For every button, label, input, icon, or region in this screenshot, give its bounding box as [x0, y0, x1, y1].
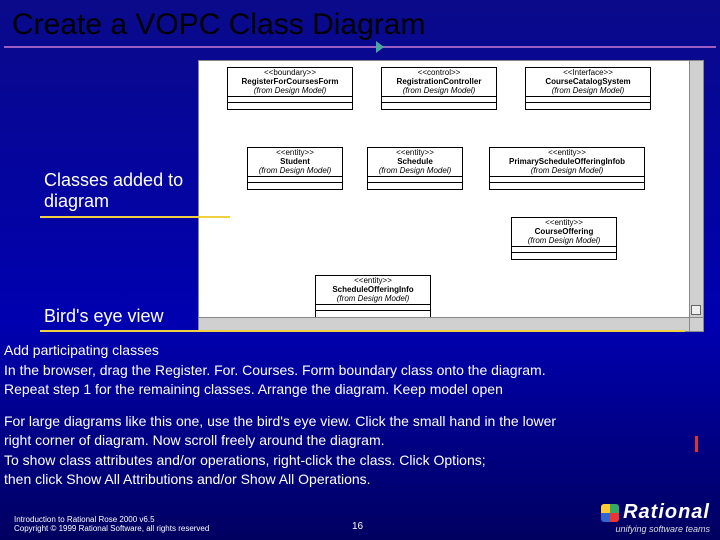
footer-text: Introduction to Rational Rose 2000 v6.5 … [14, 515, 209, 534]
body-line: right corner of diagram. Now scroll free… [4, 432, 716, 450]
body-line: In the browser, drag the Register. For. … [4, 362, 716, 380]
from-label: (from Design Model) [490, 167, 644, 178]
body-line: To show class attributes and/or operatio… [4, 452, 716, 470]
footer-line: Copyright © 1999 Rational Software, all … [14, 524, 209, 534]
from-label: (from Design Model) [248, 167, 342, 178]
brand-name: Rational [623, 501, 710, 524]
op-compartment [512, 253, 616, 259]
from-label: (from Design Model) [526, 87, 650, 98]
annotation-line-2 [40, 330, 685, 332]
op-compartment [248, 183, 342, 189]
vertical-scrollbar[interactable] [689, 61, 703, 331]
class-course-offering[interactable]: <<entity>> CourseOffering (from Design M… [511, 217, 617, 260]
from-label: (from Design Model) [512, 237, 616, 248]
birds-eye-hand-icon[interactable] [691, 305, 701, 315]
slide-title: Create a VOPC Class Diagram [0, 0, 720, 46]
from-label: (from Design Model) [382, 87, 496, 98]
logo-swirl-icon [601, 504, 619, 522]
from-label: (from Design Model) [228, 87, 352, 98]
body-line: Add participating classes [4, 342, 716, 360]
op-compartment [228, 103, 352, 109]
op-compartment [382, 103, 496, 109]
class-schedule-offering-info[interactable]: <<entity>> ScheduleOfferingInfo (from De… [315, 275, 431, 318]
scroll-corner [689, 317, 703, 331]
rational-logo: Rational unifying software teams [601, 501, 710, 534]
brand-tagline: unifying software teams [601, 524, 710, 534]
class-course-catalog-system[interactable]: <<Interface>> CourseCatalogSystem (from … [525, 67, 651, 110]
op-compartment [526, 103, 650, 109]
class-diagram-canvas[interactable]: <<boundary>> RegisterForCoursesForm (fro… [198, 60, 704, 332]
from-label: (from Design Model) [316, 295, 430, 306]
annotation-classes-added: Classes added to diagram [44, 170, 194, 212]
class-schedule[interactable]: <<entity>> Schedule (from Design Model) [367, 147, 463, 190]
class-registration-controller[interactable]: <<control>> RegistrationController (from… [381, 67, 497, 110]
annotation-line-1 [40, 216, 230, 218]
cursor-marker [695, 436, 698, 452]
class-register-for-courses-form[interactable]: <<boundary>> RegisterForCoursesForm (fro… [227, 67, 353, 110]
body-line: Repeat step 1 for the remaining classes.… [4, 381, 716, 399]
body-line: For large diagrams like this one, use th… [4, 413, 716, 431]
instruction-text: Add participating classes In the browser… [0, 342, 720, 491]
class-student[interactable]: <<entity>> Student (from Design Model) [247, 147, 343, 190]
op-compartment [368, 183, 462, 189]
title-underline [4, 46, 716, 48]
footer-line: Introduction to Rational Rose 2000 v6.5 [14, 515, 209, 525]
annotation-birds-eye: Bird's eye view [44, 306, 163, 327]
from-label: (from Design Model) [368, 167, 462, 178]
body-line: then click Show All Attributions and/or … [4, 471, 716, 489]
horizontal-scrollbar[interactable] [199, 317, 689, 331]
page-number: 16 [352, 521, 363, 532]
op-compartment [490, 183, 644, 189]
class-primary-schedule-offering[interactable]: <<entity>> PrimaryScheduleOfferingInfob … [489, 147, 645, 190]
